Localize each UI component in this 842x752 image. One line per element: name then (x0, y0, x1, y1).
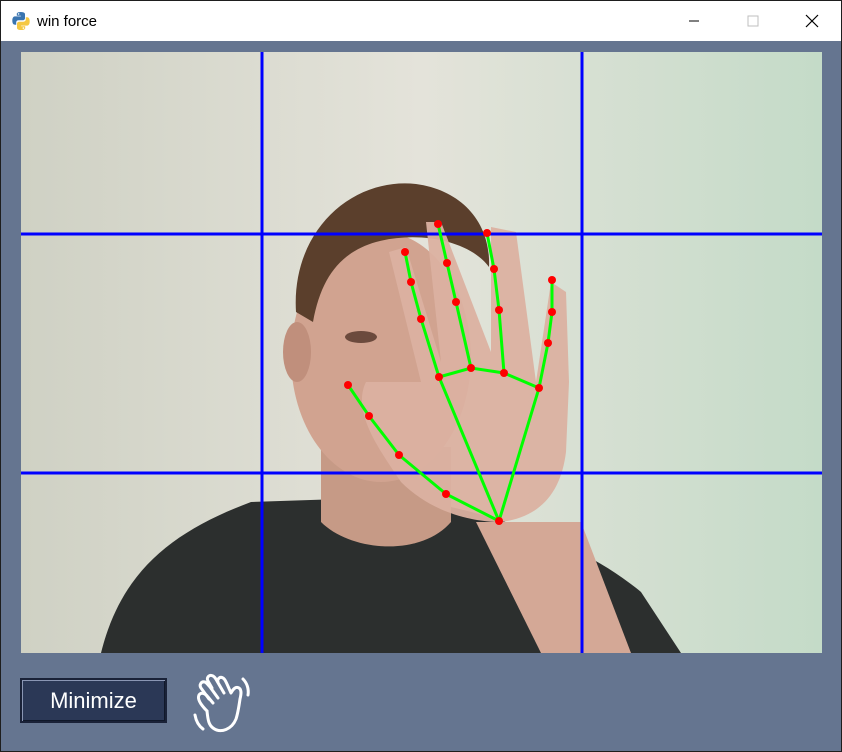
landmark-point (548, 308, 556, 316)
minimize-icon (689, 20, 699, 22)
title-bar[interactable]: win force (1, 1, 841, 41)
landmark-point (483, 229, 491, 237)
person-ear (283, 322, 311, 382)
landmark-point (442, 490, 450, 498)
app-window: win force Minimize (0, 0, 842, 752)
landmark-point (407, 278, 415, 286)
landmark-point (395, 451, 403, 459)
landmark-point (401, 248, 409, 256)
landmark-point (434, 220, 442, 228)
python-icon (12, 12, 30, 30)
waving-hand-icon (193, 674, 250, 733)
maximize-icon (747, 15, 759, 27)
landmark-point (495, 306, 503, 314)
landmark-point (544, 339, 552, 347)
landmark-point (443, 259, 451, 267)
landmark-point (435, 373, 443, 381)
landmark-point (452, 298, 460, 306)
maximize-window-button[interactable] (724, 1, 782, 41)
landmark-point (500, 369, 508, 377)
person-eye (345, 331, 377, 343)
landmark-point (417, 315, 425, 323)
landmark-point (467, 364, 475, 372)
landmark-point (535, 384, 543, 392)
landmark-point (495, 517, 503, 525)
window-title: win force (37, 13, 98, 30)
minimize-window-button[interactable] (665, 1, 723, 41)
close-icon (805, 14, 819, 28)
camera-feed (21, 52, 822, 653)
landmark-point (365, 412, 373, 420)
landmark-point (548, 276, 556, 284)
minimize-button[interactable]: Minimize (20, 678, 167, 723)
landmark-point (490, 265, 498, 273)
close-window-button[interactable] (783, 1, 841, 41)
landmark-point (344, 381, 352, 389)
